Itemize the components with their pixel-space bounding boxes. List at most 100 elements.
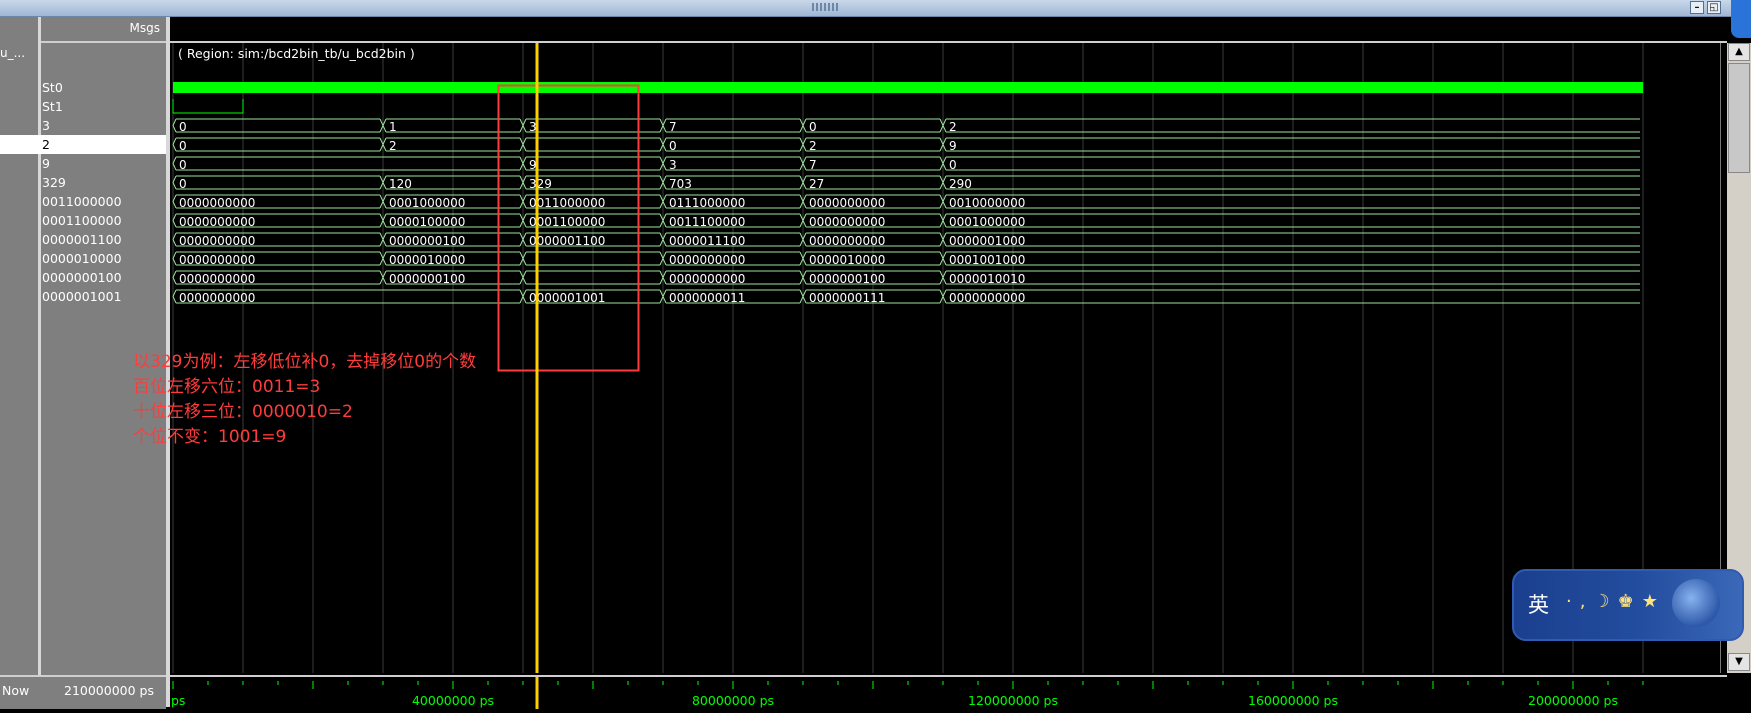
bus-value-label: 0 [179, 139, 187, 153]
bus-value-label: 0000000000 [179, 234, 255, 248]
bus-value-label: 0000000000 [809, 234, 885, 248]
time-label: 40000000 ps [412, 693, 494, 708]
bus-value-label: 7 [669, 120, 677, 134]
bus-value-label: 703 [669, 177, 692, 191]
bus-value-label: 0000000100 [809, 272, 885, 286]
msgs-header-label: Msgs [129, 21, 160, 35]
region-label: ( Region: sim:/bcd2bin_tb/u_bcd2bin ) [178, 46, 415, 61]
bus-value-label: 0000000000 [179, 196, 255, 210]
bus-value-label: 0000001100 [529, 234, 605, 248]
bus-value-label: 3 [669, 158, 677, 172]
bus-value-label: 0000001000 [949, 234, 1025, 248]
annotation-line: 个位不变：1001=9 [133, 427, 287, 447]
signal-value[interactable]: 0000000100 [42, 268, 162, 287]
time-label: 120000000 ps [968, 693, 1058, 708]
bus-value-label: 0000000100 [389, 272, 465, 286]
bus-value-label: 0000011100 [669, 234, 745, 248]
bus-value-label: 0001100000 [529, 215, 605, 229]
bus-value-label: 290 [949, 177, 972, 191]
bus-value-label: 2 [389, 139, 397, 153]
bus-value-label: 0000000000 [669, 253, 745, 267]
signal-value[interactable]: 0000001001 [42, 287, 162, 306]
bus-value-label: 0000001001 [529, 291, 605, 305]
ime-tool-icons[interactable]: ·,☽♚★ [1566, 591, 1666, 612]
window-title-bar: – ◱ [0, 0, 1751, 17]
bus-value-label: 120 [389, 177, 412, 191]
signal-value[interactable]: St1 [42, 97, 162, 116]
corner-widget-icon [1731, 0, 1751, 38]
restore-button[interactable]: ◱ [1707, 1, 1721, 14]
minimize-button[interactable]: – [1690, 1, 1704, 14]
bus-value-label: 0 [669, 139, 677, 153]
signal-value[interactable]: 9 [42, 154, 162, 173]
annotation-line: 百位左移六位：0011=3 [133, 377, 321, 397]
bus-value-label: 0 [179, 158, 187, 172]
bus-value-label: 0 [809, 120, 817, 134]
now-bar: Now 210000000 ps [0, 675, 166, 709]
signal-value[interactable]: St0 [42, 78, 162, 97]
bus-value-label: 7 [809, 158, 817, 172]
signal-wave [173, 82, 1643, 93]
bus-value-label: 2 [949, 120, 957, 134]
time-axis: ps 40000000 ps 80000000 ps 120000000 ps 1600… [170, 675, 1727, 709]
bus-value-label: 0000000000 [179, 291, 255, 305]
now-value: 210000000 ps [64, 683, 154, 698]
scroll-thumb[interactable] [1728, 63, 1750, 173]
bus-value-label: 9 [949, 139, 957, 153]
bus-value-label: 0001000000 [949, 215, 1025, 229]
time-label: 160000000 ps [1248, 693, 1338, 708]
ime-toolbar[interactable]: 英 ·,☽♚★ [1512, 569, 1744, 641]
bus-value-label: 0000000000 [809, 196, 885, 210]
bus-value-label: 0000000000 [669, 272, 745, 286]
time-label: ps [171, 693, 185, 708]
signal-wave [172, 99, 244, 114]
bus-value-label: 0000010000 [809, 253, 885, 267]
bus-value-label: 0011000000 [529, 196, 605, 210]
ime-language-toggle[interactable]: 英 [1528, 589, 1549, 619]
bus-value-label: 0000000100 [389, 234, 465, 248]
bus-value-label: 27 [809, 177, 824, 191]
bus-value-label: 0011100000 [669, 215, 745, 229]
annotation-line: 十位左移三位：0000010=2 [133, 402, 353, 422]
scroll-up-icon[interactable]: ▲ [1728, 43, 1750, 61]
bus-value-label: 1 [389, 120, 397, 134]
bus-value-label: 0000000000 [949, 291, 1025, 305]
bus-value-label: 329 [529, 177, 552, 191]
drag-grip-icon[interactable] [812, 3, 840, 11]
bus-value-label: 0 [949, 158, 957, 172]
signal-value[interactable]: 0001100000 [42, 211, 162, 230]
bus-value-label: 0000010000 [389, 253, 465, 267]
signal-value[interactable]: 329 [42, 173, 162, 192]
bus-value-label: 0000010010 [949, 272, 1025, 286]
bus-value-label: 0000000111 [809, 291, 885, 305]
signal-value[interactable]: 0011000000 [42, 192, 162, 211]
annotation-line: 以329为例：左移低位补0，去掉移位0的个数 [133, 352, 477, 372]
time-axis-canvas: ps 40000000 ps 80000000 ps 120000000 ps 1600… [171, 677, 1644, 709]
moon-decoration-icon [1672, 579, 1720, 627]
bus-value-label: 0000000000 [809, 215, 885, 229]
scroll-down-icon[interactable]: ▼ [1728, 653, 1750, 671]
signal-value[interactable]: 2 [0, 135, 166, 154]
signal-value[interactable]: 0000010000 [42, 249, 162, 268]
bus-value-label: 2 [809, 139, 817, 153]
bus-value-label: 0001001000 [949, 253, 1025, 267]
time-label: 80000000 ps [692, 693, 774, 708]
msgs-header: Msgs [41, 17, 166, 43]
signal-name-column: u_... [0, 17, 38, 677]
time-label: 200000000 ps [1528, 693, 1618, 708]
bus-value-label: 0001000000 [389, 196, 465, 210]
bus-value-label: 0111000000 [669, 196, 745, 210]
name-column-label: u_... [0, 46, 26, 60]
bus-value-label: 0000000011 [669, 291, 745, 305]
bus-value-label: 0000000000 [179, 253, 255, 267]
signal-value[interactable]: 0000001100 [42, 230, 162, 249]
bus-value-label: 0 [179, 120, 187, 134]
bus-value-label: 0000100000 [389, 215, 465, 229]
bus-value-label: 0000000000 [179, 215, 255, 229]
signal-value[interactable]: 3 [42, 116, 162, 135]
wave-header [170, 17, 1727, 43]
bus-value-label: 3 [529, 120, 537, 134]
bus-value-label: 0 [179, 177, 187, 191]
bus-value-label: 0010000000 [949, 196, 1025, 210]
bus-value-label: 9 [529, 158, 537, 172]
